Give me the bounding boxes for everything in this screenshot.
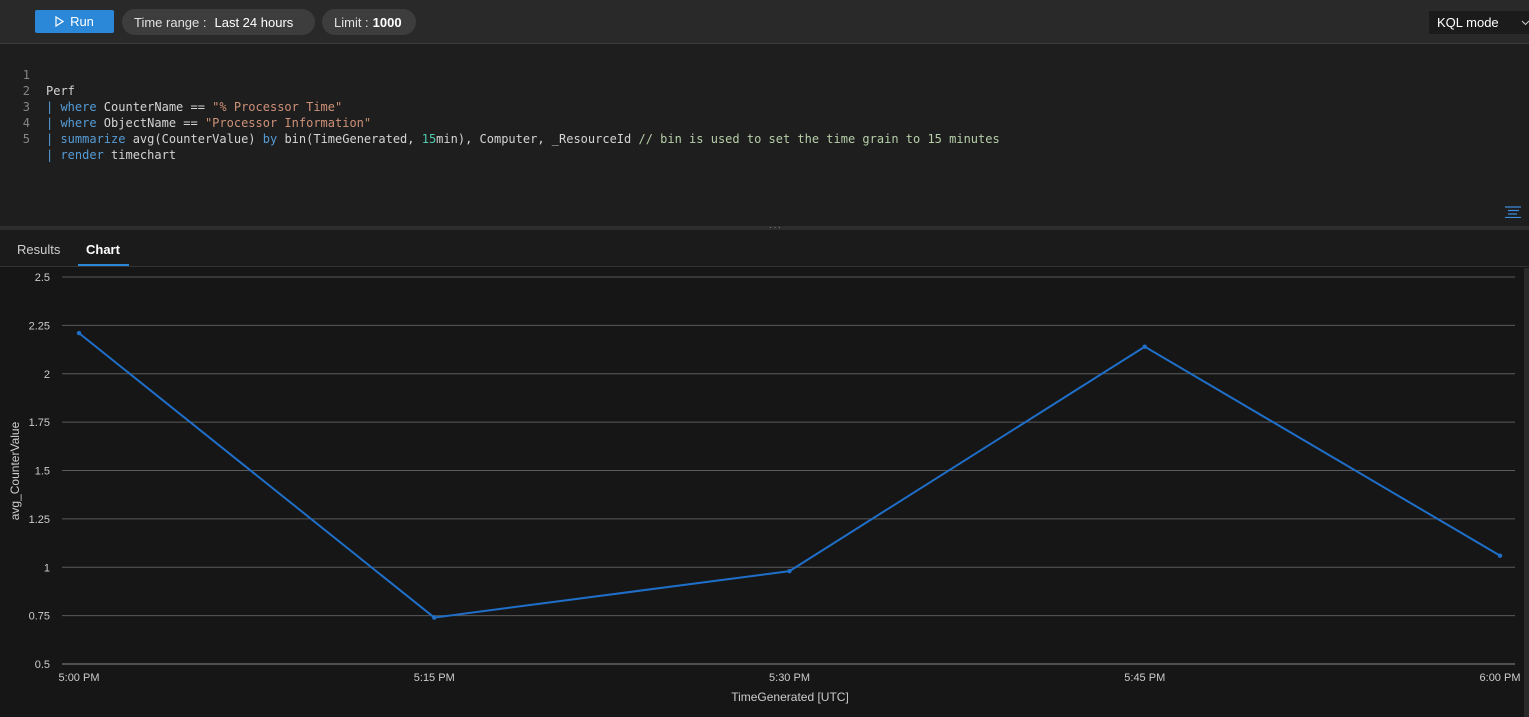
tab-results[interactable]: Results: [17, 242, 60, 257]
code-text: | render timechart: [46, 148, 177, 162]
x-tick-label: 5:45 PM: [1124, 672, 1165, 684]
data-point: [76, 330, 82, 336]
code-line: 5 | render timechart: [0, 115, 176, 162]
limit-picker[interactable]: Limit : 1000: [322, 9, 416, 35]
x-tick-label: 5:30 PM: [769, 672, 810, 684]
y-axis-title: avg_CounterValue: [8, 421, 22, 520]
code-text: | where ObjectName == "Processor Informa…: [46, 116, 372, 130]
chevron-down-icon: [1521, 20, 1529, 26]
tab-chart[interactable]: Chart: [86, 242, 120, 257]
code-text: Perf: [46, 84, 75, 98]
limit-value: 1000: [372, 14, 402, 30]
run-button[interactable]: Run: [35, 10, 114, 33]
vertical-scrollbar[interactable]: [1524, 268, 1529, 717]
time-range-label: Time range :: [134, 14, 207, 30]
y-tick-label: 0.5: [35, 659, 50, 671]
x-tick-label: 5:00 PM: [59, 672, 100, 684]
active-tab-indicator: [78, 264, 129, 266]
y-tick-label: 2.5: [35, 272, 50, 284]
data-point: [1142, 344, 1147, 349]
query-mode-dropdown[interactable]: KQL mode: [1428, 10, 1529, 35]
data-point: [1497, 553, 1503, 558]
code-line: 3 | where ObjectName == "Processor Infor…: [0, 83, 371, 130]
line-number: 5: [22, 132, 30, 146]
y-tick-label: 1: [44, 562, 50, 574]
code-line: 4 | summarize avg(CounterValue) by bin(T…: [0, 99, 1000, 146]
timechart: 2.5 2.25 2 1.75 1.5 1.25 1 0.75 0.5 5:00 PM 5:15 P…: [8, 272, 1521, 704]
code-text: | where CounterName == "% Processor Time…: [46, 100, 343, 114]
x-tick-label: 6:00 PM: [1480, 672, 1521, 684]
results-tabs: Results Chart: [0, 230, 1529, 267]
y-tick-label: 2.25: [29, 320, 50, 332]
chart-panel: 2.5 2.25 2 1.75 1.5 1.25 1 0.75 0.5 5:00 PM 5:15 P…: [0, 267, 1529, 717]
time-range-value: Last 24 hours: [214, 14, 294, 30]
x-axis-title: TimeGenerated [UTC]: [731, 690, 849, 704]
y-tick-label: 2: [44, 369, 50, 381]
data-point: [787, 568, 792, 574]
x-tick-label: 5:15 PM: [414, 672, 455, 684]
series-line: [78, 332, 1501, 619]
data-point: [432, 615, 437, 620]
code-line: 1 Perf: [0, 51, 75, 98]
play-icon: [55, 16, 65, 27]
time-range-picker[interactable]: Time range : Last 24 hours: [122, 9, 315, 35]
y-tick-label: 1.5: [35, 466, 50, 478]
limit-label: Limit :: [334, 14, 369, 30]
format-query-icon[interactable]: [1505, 206, 1525, 218]
query-editor[interactable]: 1 Perf 2 | where CounterName == "% Proce…: [0, 45, 1529, 226]
y-tick-label: 1.75: [29, 417, 50, 429]
code-text: | summarize avg(CounterValue) by bin(Tim…: [46, 132, 1000, 146]
y-tick-label: 0.75: [29, 611, 50, 623]
y-tick-label: 1.25: [29, 514, 50, 526]
run-button-label: Run: [70, 14, 94, 29]
query-toolbar: Run Time range : Last 24 hours Limit : 1…: [0, 0, 1529, 44]
query-mode-label: KQL mode: [1437, 15, 1499, 30]
code-line: 2 | where CounterName == "% Processor Ti…: [0, 67, 342, 114]
